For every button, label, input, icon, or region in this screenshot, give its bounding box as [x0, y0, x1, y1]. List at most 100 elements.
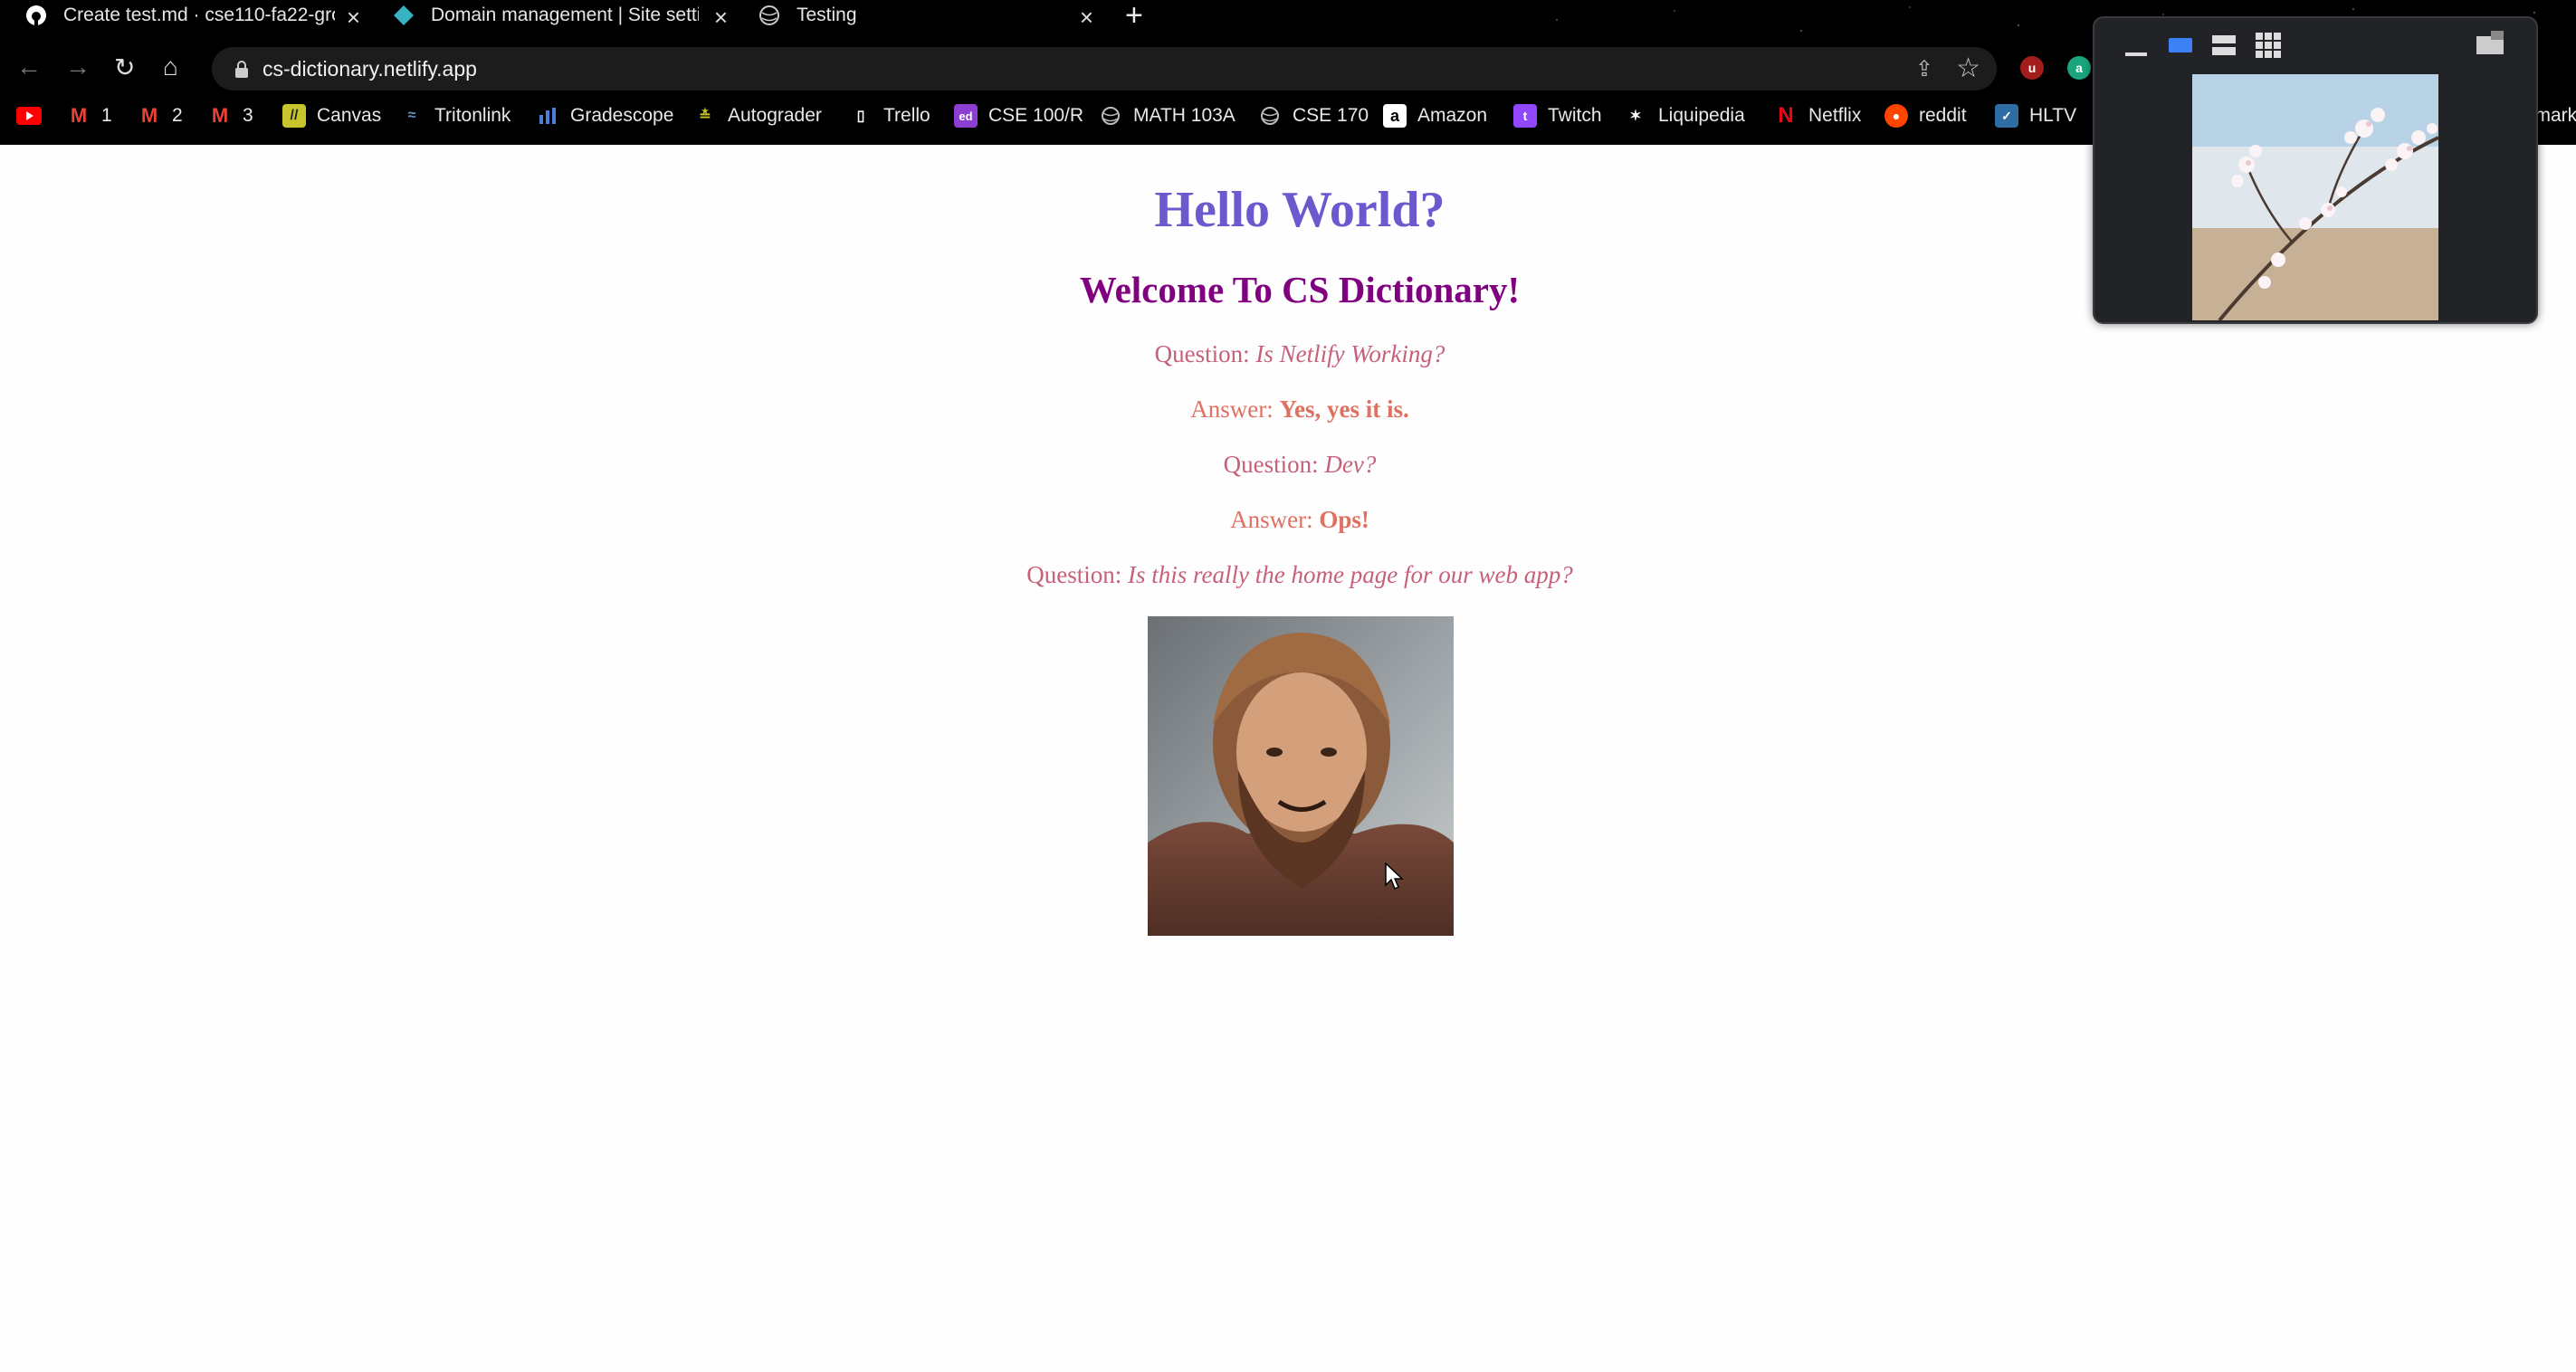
tab-netlify[interactable]: Domain management | Site settir ×: [393, 0, 728, 31]
question-text: Dev?: [1324, 451, 1377, 478]
question-line: Question: Is this really the home page f…: [0, 561, 2576, 589]
bookmark-hltv[interactable]: ✓ HLTV: [1995, 102, 2076, 129]
question-line: Question: Is Netlify Working?: [0, 340, 2576, 368]
gmail-icon: M: [140, 104, 158, 127]
gmail-icon: M: [211, 104, 229, 127]
bookmark-label: Tritonlink: [434, 105, 511, 126]
back-icon[interactable]: ←: [16, 52, 42, 81]
bookmark-label: reddit: [1919, 105, 1967, 126]
tab-label: Domain management | Site settir: [431, 5, 699, 25]
tab-label: Create test.md · cse110-fa22-gro: [63, 5, 335, 25]
rows-layout-icon[interactable]: [2212, 34, 2236, 61]
bookmark-label: Gradescope: [570, 105, 674, 126]
url-text: cs-dictionary.netlify.app: [262, 57, 477, 81]
canvas-icon: //: [282, 104, 306, 128]
bookmark-cse100[interactable]: ed CSE 100/R: [954, 102, 1083, 129]
github-icon: [25, 5, 47, 26]
extension-icon[interactable]: a: [2067, 56, 2091, 80]
globe-icon: [1258, 104, 1282, 128]
reload-icon[interactable]: ↻: [114, 52, 135, 82]
bookmark-reddit[interactable]: ● reddit: [1884, 102, 1967, 129]
answer-line: Answer: Ops!: [0, 506, 2576, 534]
share-icon[interactable]: ⇪: [1915, 56, 1933, 82]
mouse-cursor-icon: [1385, 862, 1404, 891]
bookmark-label: Twitch: [1548, 105, 1602, 126]
answer-line: Answer: Yes, yes it is.: [0, 395, 2576, 424]
tab-testing[interactable]: Testing ×: [758, 0, 1093, 31]
reddit-icon: ●: [1884, 104, 1908, 128]
answer-text: Ops!: [1319, 506, 1369, 533]
pip-panel[interactable]: [2093, 16, 2538, 324]
bookmark-label: Amazon: [1417, 105, 1488, 126]
liquipedia-icon: ✶: [1629, 109, 1642, 124]
bookmark-label: CSE 100/R: [988, 105, 1084, 126]
bookmark-autograder[interactable]: ≛ Autograder: [693, 102, 822, 129]
question-text: Is Netlify Working?: [1255, 340, 1445, 367]
bookmark-canvas[interactable]: // Canvas: [282, 102, 381, 129]
netlify-icon: [393, 5, 415, 26]
gradescope-icon: [536, 104, 559, 128]
bookmark-label: Autograder: [728, 105, 822, 126]
bookmark-liquipedia[interactable]: ✶ Liquipedia: [1624, 102, 1745, 129]
grid-layout-icon[interactable]: [2256, 33, 2281, 62]
bookmark-trello[interactable]: ▯ Trello: [849, 102, 930, 129]
bookmark-label: Trello: [883, 105, 930, 126]
bookmark-cse170[interactable]: CSE 170: [1258, 102, 1369, 129]
globe-icon: [758, 5, 780, 26]
minimize-icon[interactable]: [2125, 43, 2147, 62]
answer-text: Yes, yes it is.: [1279, 395, 1409, 423]
tab-github[interactable]: Create test.md · cse110-fa22-gro ×: [25, 0, 360, 31]
question-prefix: Question:: [1154, 340, 1250, 367]
new-tab-icon[interactable]: +: [1125, 0, 1143, 33]
netflix-icon: N: [1778, 103, 1794, 128]
ublock-icon[interactable]: u: [2020, 56, 2044, 80]
bookmark-tritonlink[interactable]: ≈ Tritonlink: [400, 102, 511, 129]
bookmark-gmail-2[interactable]: M 2: [138, 102, 183, 129]
lock-icon: [235, 61, 248, 78]
bookmark-netflix[interactable]: N Netflix: [1774, 102, 1861, 129]
single-layout-icon[interactable]: [2169, 36, 2192, 59]
question-prefix: Question:: [1026, 561, 1122, 588]
bookmark-gmail-1[interactable]: M 1: [67, 102, 112, 129]
bookmark-twitch[interactable]: t Twitch: [1513, 102, 1602, 129]
cherry-blossom-thumbnail: [2192, 74, 2438, 320]
bookmark-label: 3: [243, 105, 253, 126]
youtube-icon: [16, 107, 42, 125]
twitch-icon: t: [1513, 104, 1537, 128]
bookmark-label: Canvas: [317, 105, 382, 126]
bookmark-label: 2: [172, 105, 183, 126]
close-tab-icon[interactable]: ×: [714, 4, 728, 32]
web-page: Hello World? Welcome To CS Dictionary! Q…: [0, 145, 2576, 1372]
bookmark-gradescope[interactable]: Gradescope: [536, 102, 673, 129]
bookmark-amazon[interactable]: a Amazon: [1383, 102, 1487, 129]
question-text: Is this really the home page for our web…: [1128, 561, 1573, 588]
triton-icon: ≈: [407, 108, 416, 123]
forward-icon[interactable]: →: [65, 52, 91, 81]
address-bar[interactable]: cs-dictionary.netlify.app ⇪ ☆: [212, 47, 1997, 91]
bookmark-label: HLTV: [2029, 105, 2077, 126]
question-line: Question: Dev?: [0, 451, 2576, 479]
bookmark-star-icon[interactable]: ☆: [1956, 52, 1980, 84]
close-tab-icon[interactable]: ×: [1080, 4, 1093, 32]
bookmark-gmail-3[interactable]: M 3: [208, 102, 253, 129]
bookmark-youtube[interactable]: [16, 102, 52, 129]
close-tab-icon[interactable]: ×: [347, 4, 360, 32]
trello-icon: ▯: [856, 109, 865, 124]
bookmark-label: Netflix: [1808, 105, 1862, 126]
question-prefix: Question:: [1223, 451, 1319, 478]
answer-prefix: Answer:: [1190, 395, 1274, 423]
home-icon[interactable]: ⌂: [163, 52, 178, 81]
bookmark-math103a[interactable]: MATH 103A: [1099, 102, 1236, 129]
bookmark-label: MATH 103A: [1133, 105, 1236, 126]
ed-icon: ed: [954, 104, 978, 128]
answer-prefix: Answer:: [1230, 506, 1313, 533]
globe-icon: [1099, 104, 1122, 128]
bookmark-label: 1: [101, 105, 112, 126]
expand-icon[interactable]: [2476, 31, 2504, 59]
bookmark-label: Liquipedia: [1658, 105, 1745, 126]
bearded-man-image: [1148, 616, 1454, 936]
gmail-icon: M: [70, 104, 88, 127]
amazon-icon: a: [1383, 104, 1407, 128]
bookmark-label: CSE 170: [1293, 105, 1369, 126]
tab-label: Testing: [797, 5, 857, 25]
